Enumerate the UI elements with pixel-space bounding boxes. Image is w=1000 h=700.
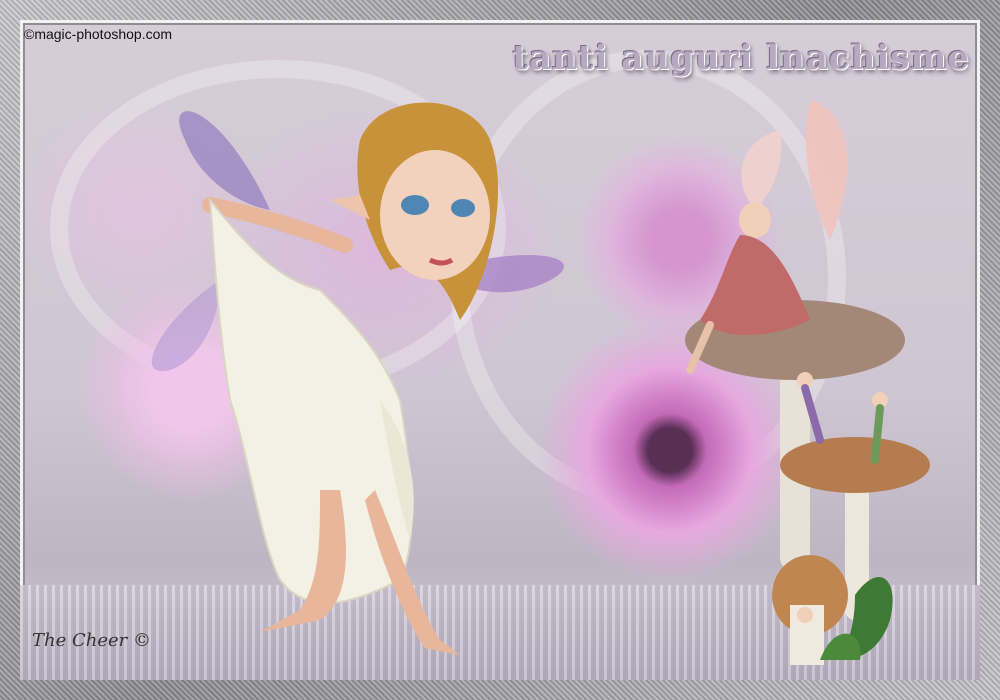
leaf [820, 633, 861, 660]
small-fairy-wing [741, 130, 782, 210]
fairy-wing [151, 280, 220, 372]
fairy-eye [451, 199, 475, 217]
tiny-fairy-head [797, 607, 813, 623]
tiny-fairy-body [871, 404, 884, 464]
mushroom-cap [780, 437, 930, 493]
small-fairy-wing [806, 100, 848, 240]
artist-signature: The Cheer © [32, 630, 151, 651]
picture-frame: ©magic-photoshop.com tanti auguri lnachi… [0, 0, 1000, 700]
artwork-canvas: ©magic-photoshop.com tanti auguri lnachi… [20, 20, 980, 680]
small-fairy-dress [700, 235, 810, 335]
small-fairy-head [739, 202, 771, 238]
fairy-illustration [151, 100, 930, 665]
greeting-title: tanti auguri lnachisme [512, 38, 970, 78]
fairy-wing [179, 111, 270, 210]
copyright-watermark: ©magic-photoshop.com [24, 26, 173, 42]
fairy-eye [401, 195, 429, 215]
